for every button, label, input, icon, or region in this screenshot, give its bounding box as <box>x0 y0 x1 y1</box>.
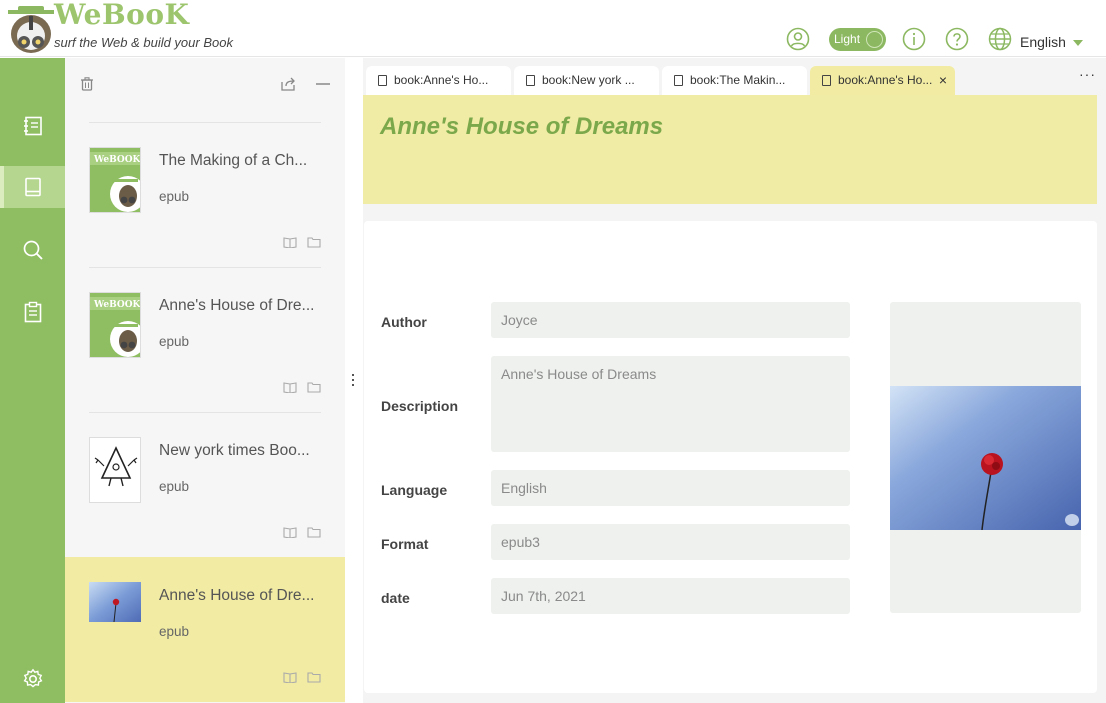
book-list-item[interactable]: WeBOOK Anne's House of Dre... epub <box>65 267 345 412</box>
globe-icon[interactable] <box>988 27 1012 51</box>
close-icon[interactable]: × <box>939 66 947 95</box>
help-icon[interactable] <box>945 27 969 51</box>
owl-cover-icon: WeBOOK <box>90 293 141 357</box>
tab-label: book:The Makin... <box>690 73 786 87</box>
open-book-icon[interactable] <box>283 671 297 683</box>
open-book-icon[interactable] <box>283 526 297 538</box>
collapse-icon[interactable] <box>315 76 331 92</box>
book-title-band: Anne's House of Dreams <box>363 95 1097 204</box>
clipboard-icon <box>24 301 41 323</box>
app-name: WeBooK <box>54 0 190 31</box>
book-details-card: Author Joyce Description Anne's House of… <box>364 221 1097 693</box>
owl-cover-icon: WeBOOK <box>90 148 141 212</box>
flower-photo-icon <box>89 582 141 622</box>
book-title: The Making of a Ch... <box>159 152 308 169</box>
tab-bar: book:Anne's Ho... book:New york ... book… <box>363 66 1106 95</box>
book-format: epub <box>159 334 190 349</box>
owl-logo-icon <box>8 6 54 53</box>
book-list-toolbar <box>65 58 345 108</box>
date-label: date <box>381 590 410 606</box>
language-label: Language <box>381 482 448 498</box>
book-title: Anne's House of Dre... <box>159 297 315 314</box>
divider <box>89 412 321 413</box>
language-field[interactable]: English <box>491 470 850 506</box>
description-field[interactable]: Anne's House of Dreams <box>491 356 850 452</box>
search-icon <box>23 240 43 260</box>
nav-item-notebook[interactable] <box>0 105 65 147</box>
svg-text:WeBOOK: WeBOOK <box>93 155 141 165</box>
tab-book-1[interactable]: book:Anne's Ho... <box>366 66 511 95</box>
open-book-icon[interactable] <box>283 236 297 248</box>
book-cover <box>89 582 141 622</box>
nav-item-clipboard[interactable] <box>0 291 65 333</box>
theme-toggle[interactable]: Light <box>829 28 886 51</box>
svg-text:WeBOOK: WeBOOK <box>93 300 141 310</box>
date-field[interactable]: Jun 7th, 2021 <box>491 578 850 614</box>
book-list-item[interactable]: WeBOOK The Making of a Ch... epub <box>65 122 345 267</box>
format-label: Format <box>381 536 429 552</box>
flower-photo-icon <box>890 386 1081 530</box>
book-cover <box>89 437 141 503</box>
book-title: New york times Boo... <box>159 442 310 459</box>
content-area: book:Anne's Ho... book:New york ... book… <box>363 58 1106 703</box>
book-cover: WeBOOK <box>89 292 141 358</box>
folder-icon[interactable] <box>307 381 321 393</box>
tab-book-3[interactable]: book:The Makin... <box>662 66 807 95</box>
book-format: epub <box>159 624 190 639</box>
book-format: epub <box>159 479 190 494</box>
app-header: WeBooK surf the Web & build your Book Li… <box>0 0 1106 57</box>
tab-book-4-active[interactable]: book:Anne's Ho... × <box>810 66 955 95</box>
triangle-character-icon <box>90 438 140 502</box>
language-selector[interactable]: English <box>1020 34 1066 50</box>
sun-icon <box>866 31 883 48</box>
nav-item-books[interactable] <box>0 166 65 208</box>
settings-button[interactable] <box>0 658 65 700</box>
book-icon <box>526 75 535 86</box>
author-field[interactable]: Joyce <box>491 302 850 338</box>
divider <box>89 267 321 268</box>
app-tagline: surf the Web & build your Book <box>54 35 233 50</box>
tab-label: book:Anne's Ho... <box>838 73 933 87</box>
more-tabs-icon[interactable]: ··· <box>1079 66 1096 82</box>
folder-icon[interactable] <box>307 671 321 683</box>
theme-label: Light <box>834 32 861 46</box>
chevron-down-icon[interactable] <box>1073 40 1083 46</box>
export-icon[interactable] <box>280 76 296 92</box>
book-list-item-selected[interactable]: Anne's House of Dre... epub <box>65 557 345 702</box>
tab-label: book:New york ... <box>542 73 635 87</box>
panel-splitter[interactable] <box>345 58 363 703</box>
book-icon <box>822 75 831 86</box>
book-icon <box>378 75 387 86</box>
drag-handle-icon[interactable] <box>352 374 355 389</box>
trash-icon[interactable] <box>79 76 95 92</box>
format-field[interactable]: epub3 <box>491 524 850 560</box>
book-title: Anne's House of Dre... <box>159 587 315 604</box>
author-label: Author <box>381 314 427 330</box>
divider <box>89 122 321 123</box>
book-list-panel: WeBOOK The Making of a Ch... epub WeBOOK <box>65 58 345 703</box>
nav-item-search[interactable] <box>0 229 65 271</box>
open-book-icon[interactable] <box>283 381 297 393</box>
book-icon <box>674 75 683 86</box>
description-label: Description <box>381 398 459 414</box>
notebook-icon <box>23 116 42 136</box>
info-icon[interactable] <box>902 27 926 51</box>
book-format: epub <box>159 189 190 204</box>
folder-icon[interactable] <box>307 236 321 248</box>
page-title: Anne's House of Dreams <box>380 113 664 140</box>
book-cover-preview[interactable] <box>890 302 1081 613</box>
book-list-item[interactable]: New york times Boo... epub <box>65 412 345 557</box>
book-cover: WeBOOK <box>89 147 141 213</box>
gear-icon <box>23 668 42 688</box>
tab-book-2[interactable]: book:New york ... <box>514 66 659 95</box>
user-account-icon[interactable] <box>786 27 810 51</box>
tab-label: book:Anne's Ho... <box>394 73 489 87</box>
book-icon <box>24 177 41 197</box>
folder-icon[interactable] <box>307 526 321 538</box>
side-nav <box>0 58 65 703</box>
